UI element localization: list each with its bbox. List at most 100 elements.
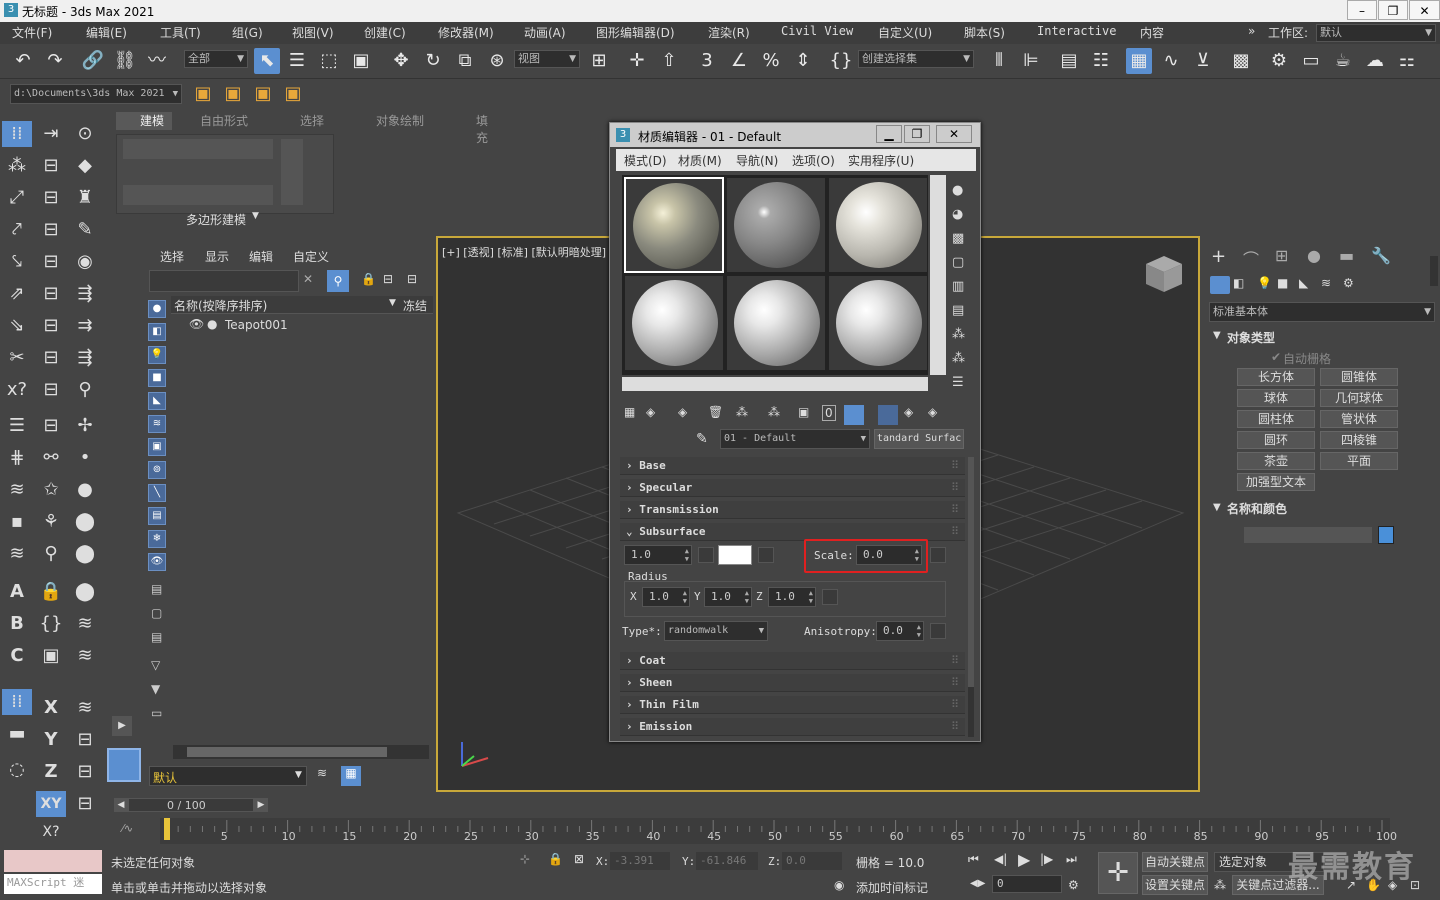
layer-stack-icon[interactable]: ≋ <box>317 766 337 786</box>
put-to-scene-icon[interactable]: ◈ <box>646 405 655 419</box>
display-xrefs-icon[interactable]: ⊚ <box>148 461 166 479</box>
sample-vertical-scrollbar[interactable] <box>930 175 946 375</box>
systems-category-icon[interactable]: ⚙ <box>1343 276 1354 290</box>
goto-end-icon[interactable]: ⏭ <box>1066 852 1077 867</box>
vertex-icon[interactable]: ⁂ <box>2 153 32 179</box>
sample-type-icon[interactable]: ● <box>952 179 972 203</box>
maxscript-listener-top[interactable] <box>4 850 102 872</box>
object-name[interactable]: Teapot001 <box>225 318 288 332</box>
box-button[interactable]: 长方体 <box>1237 368 1315 386</box>
ribbon-toggle-icon[interactable]: ▦ <box>1126 48 1152 74</box>
sphere-button[interactable]: 球体 <box>1237 389 1315 407</box>
reference-coordinate-dropdown[interactable]: 视图 ▼ <box>514 50 580 68</box>
base-rollout[interactable]: › Base ⠿ <box>620 457 965 475</box>
move-icon[interactable]: ✥ <box>388 48 414 74</box>
sort-arrow-icon[interactable]: ▼ <box>389 298 396 308</box>
radius-y-spinner[interactable]: 1.0 ▲ ▼ <box>704 587 752 607</box>
subsurface-weight-spinner[interactable]: 1.0 ▲ ▼ <box>624 545 692 565</box>
scale-spinner[interactable]: 0.0 ▲ ▼ <box>856 545 922 565</box>
rollout-collapse-icon[interactable]: ▼ <box>1213 502 1221 513</box>
auto-key-button[interactable]: 自动关键点 <box>1142 852 1208 872</box>
render-setup-icon[interactable]: ⚙ <box>1266 48 1292 74</box>
percent-snap-icon[interactable]: % <box>758 48 784 74</box>
curve-toggle-icon[interactable]: ⁄∿ <box>122 822 133 835</box>
background-icon[interactable]: ▩ <box>952 227 972 251</box>
maxscript-input[interactable]: MAXScript 迷 <box>4 874 102 894</box>
reset-xform-icon[interactable]: x? <box>2 377 32 403</box>
display-groups-icon[interactable]: ▣ <box>148 438 166 456</box>
minimize-button[interactable]: ▁ <box>876 125 902 143</box>
axis-z-icon[interactable]: Z <box>36 759 66 785</box>
menu-modifiers[interactable]: 修改器(M) <box>438 24 494 41</box>
align-icon[interactable]: ⊫ <box>1018 48 1044 74</box>
set-key-button[interactable]: 设置关键点 <box>1142 875 1208 895</box>
tab-modeling[interactable]: 建模 <box>140 112 164 129</box>
me-menu-mode[interactable]: 模式(D) <box>624 152 667 169</box>
ribbon-side-buttons[interactable] <box>281 139 303 205</box>
menu-customize[interactable]: 自定义(U) <box>878 24 932 41</box>
sample-slot-6[interactable] <box>828 275 928 371</box>
emission-rollout[interactable]: › Emission ⠿ <box>620 718 965 736</box>
transform-icon[interactable]: ⚘ <box>36 509 66 535</box>
swift-loop-icon[interactable]: ⊟ <box>36 377 66 403</box>
track-bar[interactable]: 5 10 15 20 25 30 35 40 45 50 55 60 65 70 75 80 85 90 95 100 <box>160 818 1397 844</box>
edge-icon[interactable]: ⤢ <box>2 185 32 211</box>
display-hidden-icon[interactable]: 👁 <box>148 553 166 571</box>
scene-menu-select[interactable]: 选择 <box>160 248 184 265</box>
display-none-icon[interactable]: ▢ <box>151 606 162 620</box>
make-preview-icon[interactable]: ▤ <box>952 299 972 323</box>
helpers-category-icon[interactable]: ◣ <box>1299 276 1308 290</box>
put-to-library-icon[interactable]: ▣ <box>798 405 809 419</box>
minimize-button[interactable]: – <box>1347 0 1377 20</box>
sample-slot-5[interactable] <box>726 275 826 371</box>
scene-search-input[interactable] <box>149 270 299 292</box>
ribbon-edit-buttons[interactable] <box>123 139 273 159</box>
absolute-mode-icon[interactable]: ⊠ <box>574 852 584 866</box>
spinner-arrows-icon[interactable]: ▲ ▼ <box>685 547 689 563</box>
select-by-name-icon[interactable]: ☰ <box>284 48 310 74</box>
unlink-icon[interactable]: ⛓ <box>112 48 138 74</box>
scene-explorer-toggle-icon[interactable]: ▤ <box>1056 48 1082 74</box>
weld-icon[interactable]: ⊟ <box>36 345 66 371</box>
grid-select-icon[interactable]: ⁞⁞ <box>2 689 32 715</box>
scale-map-button[interactable] <box>930 547 946 563</box>
text-c-icon[interactable]: C <box>2 643 32 669</box>
set-key-big-button[interactable]: ✛ <box>1098 852 1138 894</box>
layer-dropdown[interactable]: 默认 ▼ <box>149 766 307 786</box>
utilities-tab-icon[interactable]: 🔧 <box>1371 246 1391 265</box>
next-key-icon[interactable]: |▶ <box>1040 852 1053 866</box>
axis-xy-icon[interactable]: XY <box>36 791 66 817</box>
cone-button[interactable]: 圆锥体 <box>1320 368 1398 386</box>
eyedropper-icon[interactable]: ✎ <box>696 431 708 447</box>
tag-icon[interactable]: ▭ <box>151 706 162 720</box>
panel-scrollbar[interactable] <box>1430 256 1438 286</box>
sheen-rollout[interactable]: › Sheen ⠿ <box>620 674 965 692</box>
extrude-icon[interactable]: ⇶ <box>70 281 100 307</box>
spacewarps-category-icon[interactable]: ≋ <box>1321 276 1331 290</box>
radius-z-spinner[interactable]: 1.0 ▲ ▼ <box>768 587 816 607</box>
menu-interactive[interactable]: Interactive <box>1037 24 1116 38</box>
isolate-icon[interactable]: ⊹ <box>520 852 530 866</box>
element-icon[interactable]: ♜ <box>70 185 100 211</box>
hierarchy-icon[interactable]: ⊟ <box>383 272 393 286</box>
project-template-icon[interactable]: ▣ <box>250 81 276 107</box>
options-icon[interactable]: ⁂ <box>952 323 972 347</box>
filter-icon[interactable]: ⚲ <box>327 270 349 292</box>
placement-icon[interactable]: ⊛ <box>484 48 510 74</box>
autogrid-checkbox[interactable]: ✔ <box>1271 350 1281 364</box>
window-crossing-icon[interactable]: ▣ <box>348 48 374 74</box>
layer-explorer-icon[interactable]: ☷ <box>1088 48 1114 74</box>
rotate-icon[interactable]: ↻ <box>420 48 446 74</box>
display-containers-icon[interactable]: ▤ <box>148 507 166 525</box>
display-helpers-icon[interactable]: ◣ <box>148 392 166 410</box>
tab-freeform[interactable]: 自由形式 <box>200 112 248 129</box>
visibility-eye-icon[interactable]: 👁 <box>189 317 204 331</box>
lock-icon[interactable]: 🔒 <box>361 272 376 286</box>
scene-row[interactable]: 👁 ● Teapot001 <box>171 316 433 334</box>
layer-add-icon[interactable]: ≋ <box>70 643 100 669</box>
rectangular-selection-icon[interactable]: ⬚ <box>316 48 342 74</box>
rollout-collapse-icon[interactable]: ▼ <box>1213 330 1221 341</box>
anisotropy-map-button[interactable] <box>930 623 946 639</box>
type-dropdown[interactable]: randomwalk ▼ <box>664 621 768 641</box>
smooth-icon[interactable]: ✢ <box>70 413 100 439</box>
